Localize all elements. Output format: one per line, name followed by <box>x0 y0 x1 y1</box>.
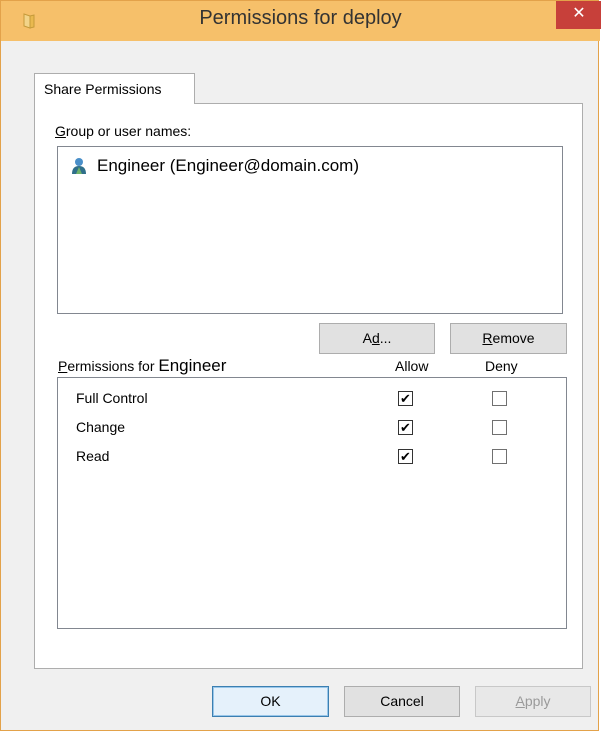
remove-button[interactable]: Remove <box>450 323 567 354</box>
permissions-for-label: Permissions for Engineer <box>58 356 227 375</box>
allow-read-checkbox[interactable]: ✔ <box>398 449 413 464</box>
allow-column-header: Allow <box>395 358 429 374</box>
group-or-user-names-label: Group or user names: <box>55 123 192 139</box>
title-bar[interactable]: Permissions for deploy ✕ <box>1 1 601 41</box>
add-button[interactable]: Ad... <box>319 323 435 354</box>
tab-share-permissions[interactable]: Share Permissions <box>34 73 195 104</box>
allow-full-control-checkbox[interactable]: ✔ <box>398 391 413 406</box>
deny-full-control-checkbox[interactable] <box>492 391 507 406</box>
permission-name: Change <box>76 419 126 435</box>
cancel-button[interactable]: Cancel <box>344 686 460 717</box>
deny-change-checkbox[interactable] <box>492 420 507 435</box>
close-icon: ✕ <box>572 5 586 22</box>
ok-button[interactable]: OK <box>212 686 329 717</box>
permission-name: Full Control <box>76 390 148 406</box>
apply-button[interactable]: Apply <box>475 686 591 717</box>
group-or-user-names-list[interactable]: Engineer (Engineer@domain.com) <box>57 146 563 314</box>
share-permissions-panel: Group or user names: Engineer (Engineer@… <box>34 103 583 669</box>
user-icon <box>72 158 86 174</box>
deny-column-header: Deny <box>485 358 518 374</box>
principal-name: Engineer <box>158 356 227 375</box>
window-title: Permissions for deploy <box>199 7 402 29</box>
permission-name: Read <box>76 448 110 464</box>
deny-read-checkbox[interactable] <box>492 449 507 464</box>
permissions-list: Full Control ✔ Change ✔ Read ✔ <box>57 377 567 629</box>
close-button[interactable]: ✕ <box>556 1 601 29</box>
permissions-dialog: Permissions for deploy ✕ Share Permissio… <box>0 0 601 731</box>
allow-change-checkbox[interactable]: ✔ <box>398 420 413 435</box>
user-name: Engineer (Engineer@domain.com) <box>97 156 359 175</box>
list-item-engineer[interactable]: Engineer (Engineer@domain.com) <box>71 156 359 176</box>
